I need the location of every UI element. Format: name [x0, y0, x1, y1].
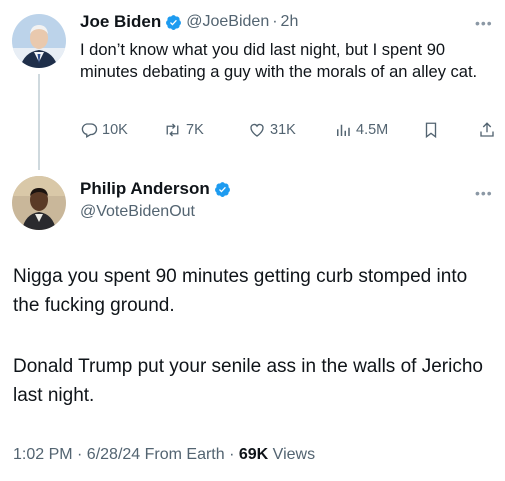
reply-icon [80, 121, 102, 139]
views-label: Views [268, 446, 316, 463]
reply-tweet-text: I don’t know what you did last night, bu… [80, 41, 478, 81]
analytics-icon [334, 121, 356, 139]
heart-icon [248, 121, 270, 139]
tweet-action-bar: 10K 7K 31K 4.5M [80, 121, 500, 143]
like-count: 31K [270, 122, 296, 138]
reply-button[interactable]: 10K [80, 121, 128, 139]
more-options-icon[interactable]: ••• [475, 16, 493, 30]
share-button[interactable] [478, 121, 500, 139]
separator-dot: · [272, 13, 278, 30]
tweet-timestamp[interactable]: 1:02 PM · 6/28/24 From Earth · [13, 446, 239, 463]
tweet-paragraph-2: Donald Trump put your senile ass in the … [13, 356, 483, 406]
author-name[interactable]: Joe Biden [80, 12, 161, 32]
main-tweet-header: Philip Anderson [80, 179, 231, 199]
bookmark-icon [422, 121, 444, 139]
bookmark-button[interactable] [422, 121, 444, 139]
reply-tweet-header: Joe Biden @JoeBiden · 2h [80, 12, 298, 32]
verified-badge-icon [214, 181, 231, 198]
tweet-paragraph-1: Nigga you spent 90 minutes getting curb … [13, 266, 468, 316]
views-button[interactable]: 4.5M [334, 121, 388, 139]
verified-badge-icon [165, 14, 182, 31]
view-count: 4.5M [356, 122, 389, 138]
tweet-time[interactable]: 2h [281, 13, 299, 31]
author-handle[interactable]: @VoteBidenOut [80, 203, 195, 221]
tweet-metadata: 1:02 PM · 6/28/24 From Earth · 69K Views [13, 446, 315, 464]
author-handle[interactable]: @JoeBiden [186, 13, 269, 31]
like-button[interactable]: 31K [248, 121, 296, 139]
views-count: 69K [238, 446, 269, 463]
repost-button[interactable]: 7K [163, 121, 204, 139]
reply-count: 10K [102, 122, 128, 138]
avatar-joe-biden[interactable] [12, 14, 66, 68]
repost-icon [163, 121, 186, 139]
thread-connector-line [38, 74, 40, 170]
more-options-icon[interactable]: ••• [475, 186, 493, 200]
share-icon [478, 121, 500, 139]
author-name[interactable]: Philip Anderson [80, 179, 210, 199]
repost-count: 7K [186, 122, 204, 138]
avatar-philip-anderson[interactable] [12, 176, 66, 230]
